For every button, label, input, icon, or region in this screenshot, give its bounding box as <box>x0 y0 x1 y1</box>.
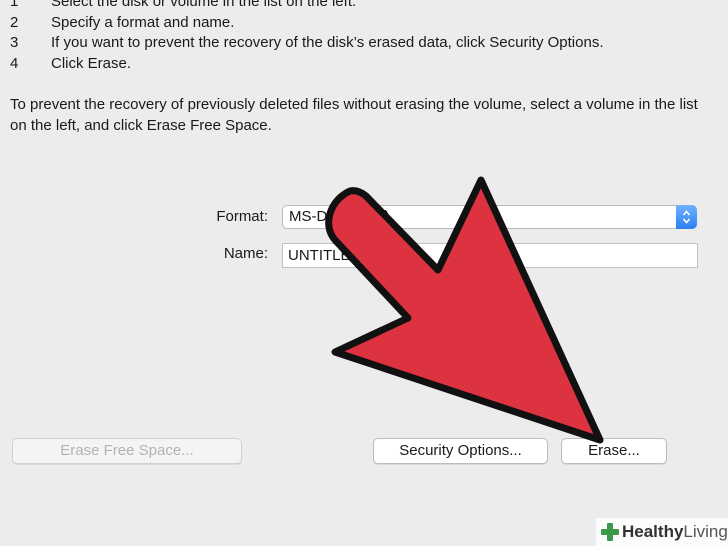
watermark-text: HealthyLiving <box>622 522 728 541</box>
red-arrow-annotation <box>325 176 604 444</box>
watermark: HealthyLiving <box>596 518 728 546</box>
plus-icon <box>601 523 619 541</box>
